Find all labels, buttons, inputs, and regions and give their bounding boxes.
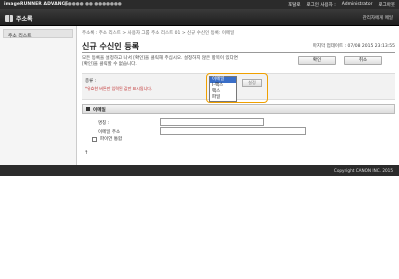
page-title: 신규 수신인 등록 bbox=[82, 42, 140, 51]
user-name: Administrator bbox=[341, 2, 373, 7]
logout-link[interactable]: 로그아웃 bbox=[378, 2, 395, 8]
integration-checkbox[interactable] bbox=[92, 136, 97, 142]
title-divider bbox=[82, 52, 395, 53]
focus-highlight bbox=[206, 73, 268, 103]
type-note: *유효한 버튼만 입력된 값만 표시됩니다. bbox=[85, 86, 153, 91]
name-input[interactable] bbox=[160, 118, 264, 126]
sidebar-item-address-list[interactable]: 주소 리스트 bbox=[3, 29, 73, 39]
footer: Copyright CANON INC. 2015 bbox=[0, 165, 399, 176]
email-label: 이메일 주소 bbox=[98, 130, 121, 135]
type-label: 종류 : bbox=[85, 79, 97, 84]
portal-link[interactable]: 포탈로 bbox=[288, 2, 300, 8]
main-content: 주소록 : 주소 리스트 > 사용자 그룹 주소 리스트 01 > 신규 수신인… bbox=[78, 26, 399, 165]
section-header-email: 이메일 bbox=[82, 104, 395, 114]
breadcrumb: 주소록 : 주소 리스트 > 사용자 그룹 주소 리스트 01 > 신규 수신인… bbox=[82, 31, 235, 36]
back-to-top-icon[interactable]: ↑ bbox=[84, 150, 88, 156]
checkbox-label: 파이언 통합 bbox=[100, 137, 123, 142]
cancel-button[interactable]: 취소 bbox=[344, 56, 382, 65]
email-input[interactable] bbox=[160, 127, 306, 135]
copyright: Copyright CANON INC. 2015 bbox=[333, 168, 393, 173]
section-title: 이메일 bbox=[93, 108, 106, 113]
instructions: 모든 등록을 설정하고 나서 [확인]을 클릭해 주십시오. 설정하지 않은 항… bbox=[82, 56, 238, 67]
app-title-text: 주소록 bbox=[16, 16, 33, 23]
last-updated: 마지막 업데이트 : 07/08 2015 23:13:55 bbox=[312, 44, 395, 49]
sidebar: 주소 리스트 bbox=[0, 26, 77, 165]
app-title: 주소록 bbox=[5, 14, 33, 23]
ok-button[interactable]: 확인 bbox=[298, 56, 336, 65]
type-row: 종류 : *유효한 버튼만 입력된 값만 표시됩니다. 이메일 I-팩스 팩스 … bbox=[82, 73, 395, 103]
mail-admin-link[interactable]: 관리자에게 메일 bbox=[363, 15, 393, 21]
address-book-icon bbox=[5, 15, 13, 22]
device-name: ●●●●● ●● ●●●●●●● bbox=[64, 2, 122, 7]
name-label: 명칭 : bbox=[98, 121, 110, 126]
top-bar: imageRUNNER ADVANCE ●●●●● ●● ●●●●●●● 포탈로… bbox=[0, 0, 399, 9]
checkbox-row: 파이언 통합 bbox=[92, 136, 122, 142]
app-header: 주소록 관리자에게 메일 bbox=[0, 9, 399, 26]
top-links: 포탈로 로그인 사용자 : Administrator 로그아웃 bbox=[288, 2, 395, 8]
login-user-label: 로그인 사용자 : bbox=[306, 3, 336, 8]
product-name: imageRUNNER ADVANCE bbox=[4, 2, 69, 7]
section-marker-icon bbox=[86, 107, 90, 111]
